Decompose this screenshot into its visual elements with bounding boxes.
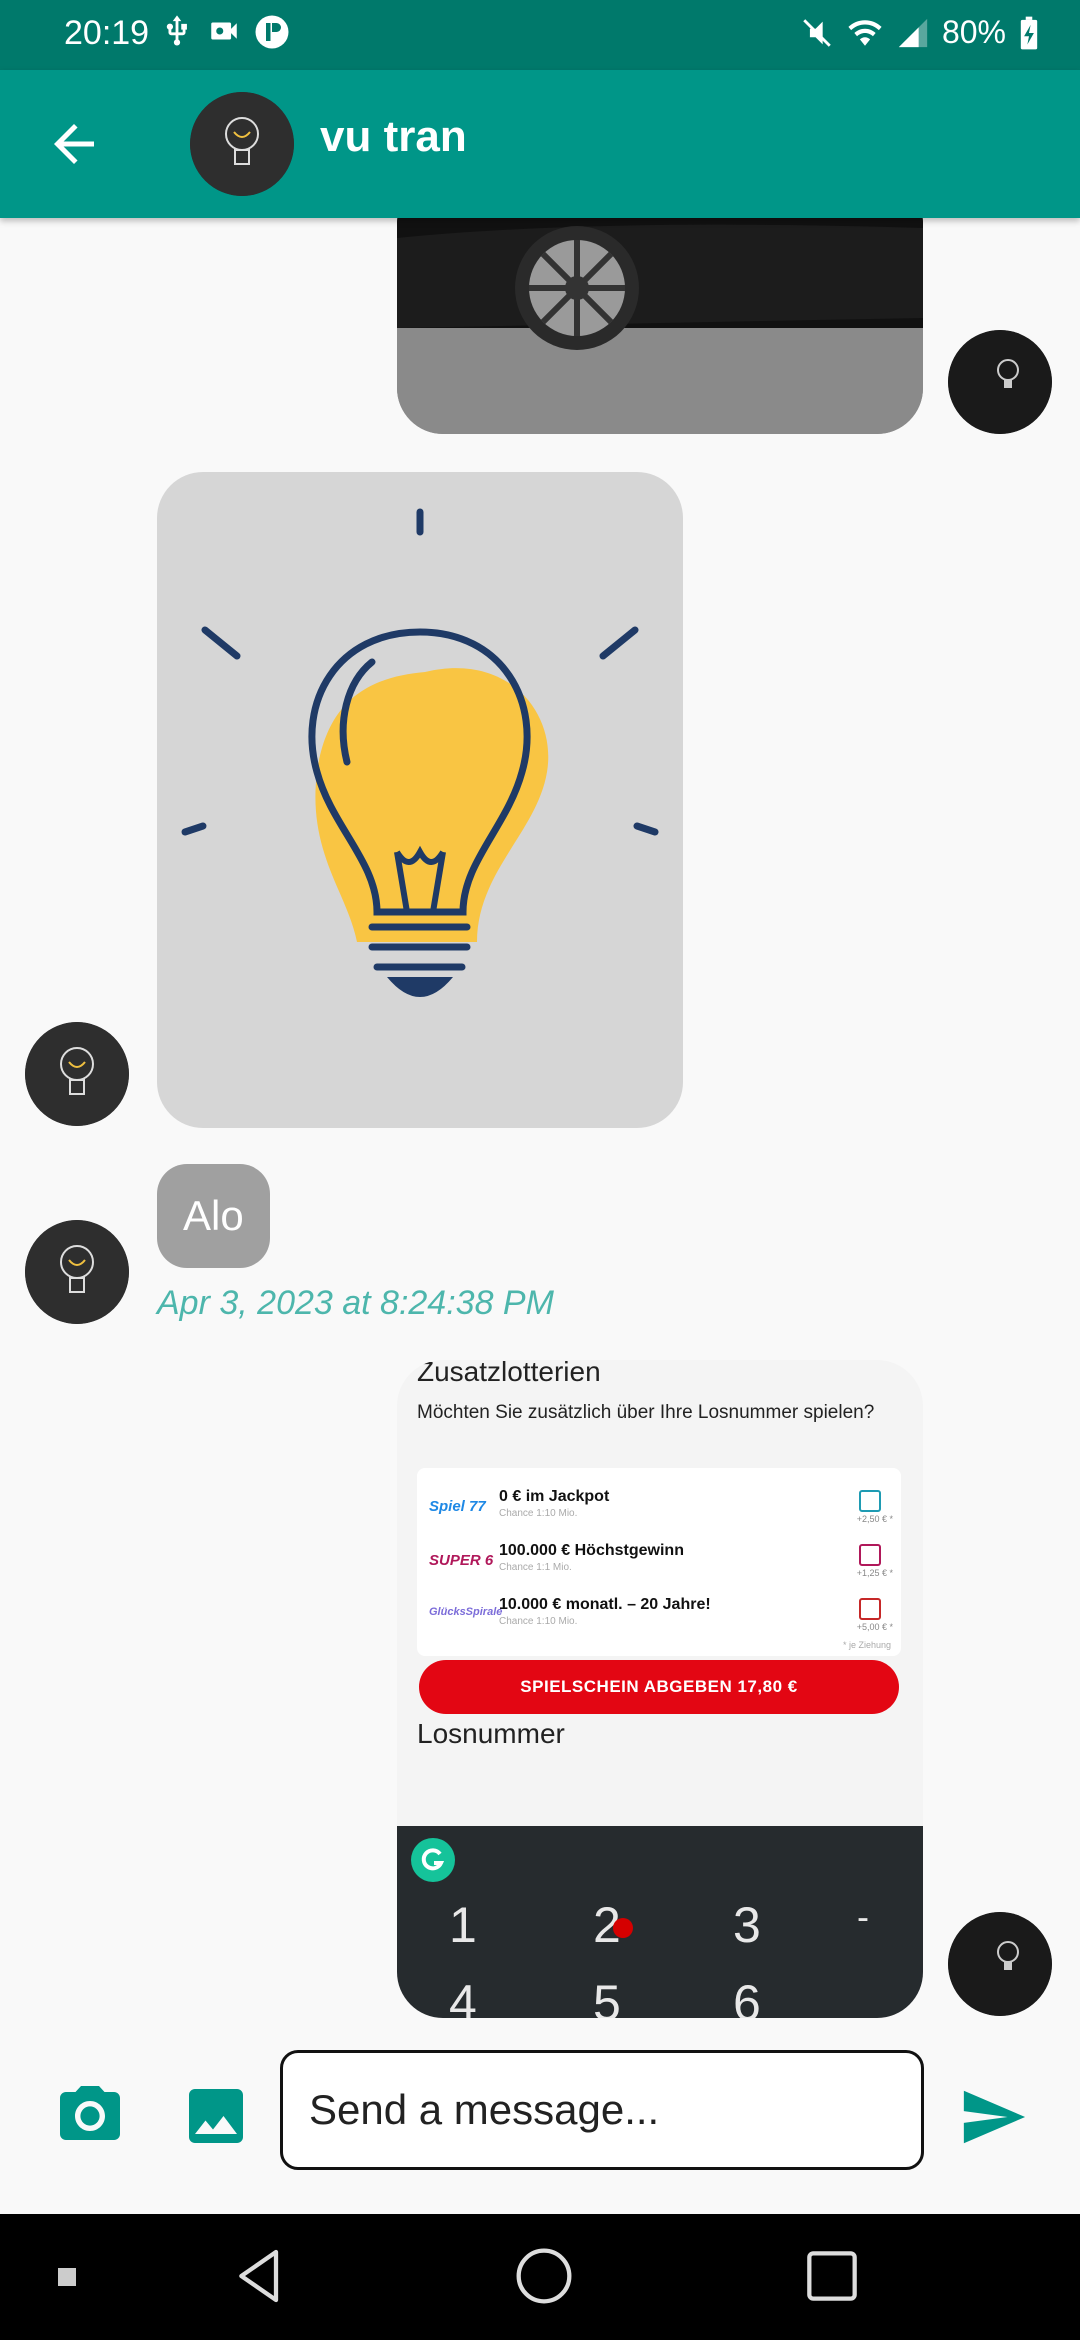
- video-icon: [211, 22, 237, 40]
- lightbulb-photo-icon: [25, 1220, 129, 1324]
- status-time: 20:19: [64, 14, 150, 52]
- lottery-text: 100.000 € Höchstgewinn: [499, 1542, 684, 1559]
- lottery-row: SUPER 6 100.000 € Höchstgewinn Chance 1:…: [417, 1542, 901, 1594]
- gallery-icon[interactable]: [180, 2080, 252, 2152]
- lottery-chance: Chance 1:10 Mio.: [499, 1616, 578, 1627]
- contact-name: vu tran: [320, 112, 467, 161]
- lottery-row: GlücksSpirale 10.000 € monatl. – 20 Jahr…: [417, 1596, 901, 1648]
- message-input[interactable]: [280, 2050, 924, 2170]
- lightbulb-icon: [181, 508, 659, 997]
- lottery-price: +2,50 € *: [856, 1514, 893, 1524]
- lightbulb-photo-icon: [948, 330, 1052, 434]
- nav-dot-icon: [58, 2268, 76, 2286]
- sent-image-screenshot[interactable]: Zusatzlotterien Möchten Sie zusätzlich ü…: [397, 1360, 923, 2018]
- battery-charging-icon: [1020, 16, 1038, 49]
- screenshot-question: Möchten Sie zusätzlich über Ihre Losnumm…: [417, 1402, 875, 1423]
- message-bubble[interactable]: Alo: [157, 1164, 270, 1268]
- lottery-price: +5,00 € *: [856, 1622, 893, 1632]
- status-icons-left: [160, 14, 290, 50]
- lottery-chance: Chance 1:10 Mio.: [499, 1508, 578, 1519]
- received-image-lightbulb[interactable]: [157, 472, 683, 1128]
- lottery-checkbox: [859, 1490, 881, 1512]
- screenshot-keypad: 1 2 3 - 4 5 6: [397, 1826, 923, 2018]
- keypad-key: -: [857, 1896, 869, 1937]
- screenshot-section: Losnummer: [417, 1718, 565, 1749]
- message-composer: [0, 2018, 1080, 2214]
- usb-icon: [166, 15, 187, 46]
- app-notification-icon: [255, 15, 289, 49]
- lottery-logo: GlücksSpirale: [429, 1606, 503, 1618]
- my-avatar[interactable]: [948, 1912, 1052, 2016]
- status-icons-right: 80%: [800, 14, 1040, 51]
- lottery-chance: Chance 1:1 Mio.: [499, 1562, 572, 1573]
- contact-avatar-small[interactable]: [25, 1022, 129, 1126]
- lightbulb-photo-icon: [190, 92, 294, 196]
- sent-image-car[interactable]: [397, 218, 923, 434]
- back-arrow-icon[interactable]: [44, 114, 104, 174]
- screenshot-heading: Zusatzlotterien: [417, 1360, 601, 1387]
- submit-ticket-button: SPIELSCHEIN ABGEBEN 17,80 €: [419, 1660, 899, 1714]
- nav-back-icon[interactable]: [228, 2244, 292, 2308]
- nav-recents-icon[interactable]: [800, 2244, 864, 2308]
- lightbulb-photo-icon: [948, 1912, 1052, 2016]
- my-avatar[interactable]: [948, 330, 1052, 434]
- camera-icon[interactable]: [54, 2080, 126, 2152]
- status-bar: 20:19 80%: [0, 0, 1080, 70]
- lottery-logo: SUPER 6: [429, 1552, 494, 1569]
- touch-indicator: [613, 1918, 633, 1938]
- keypad-key: 1: [449, 1897, 477, 1953]
- keypad-key: 3: [733, 1897, 761, 1953]
- lightbulb-photo-icon: [25, 1022, 129, 1126]
- contact-avatar-small[interactable]: [25, 1220, 129, 1324]
- lottery-note: * je Ziehung: [842, 1640, 891, 1650]
- keypad-key: 4: [449, 1975, 477, 2018]
- lottery-options-box: Spiel 77 0 € im Jackpot Chance 1:10 Mio.…: [417, 1468, 901, 1656]
- navigation-bar: [0, 2214, 1080, 2340]
- keypad-key: 6: [733, 1975, 761, 2018]
- lottery-row: Spiel 77 0 € im Jackpot Chance 1:10 Mio.…: [417, 1488, 901, 1540]
- car-photo: [397, 218, 923, 434]
- chat-area[interactable]: Alo Apr 3, 2023 at 8:24:38 PM Zusatzlott…: [0, 218, 1080, 2018]
- nav-home-icon[interactable]: [512, 2244, 576, 2308]
- signal-icon: [898, 18, 928, 47]
- lottery-checkbox: [859, 1544, 881, 1566]
- app-bar: vu tran: [0, 70, 1080, 218]
- battery-percent: 80%: [941, 14, 1006, 50]
- keypad-key: 5: [593, 1975, 621, 2018]
- lottery-price: +1,25 € *: [856, 1568, 893, 1578]
- lottery-text: 10.000 € monatl. – 20 Jahre!: [499, 1596, 711, 1613]
- message-timestamp: Apr 3, 2023 at 8:24:38 PM: [157, 1284, 554, 1322]
- grammarly-icon: [411, 1838, 455, 1882]
- mute-icon: [803, 18, 831, 47]
- lottery-text: 0 € im Jackpot: [499, 1488, 610, 1505]
- send-icon[interactable]: [958, 2082, 1028, 2152]
- lottery-checkbox: [859, 1598, 881, 1620]
- lottery-logo: Spiel 77: [429, 1498, 486, 1515]
- wifi-icon: [848, 19, 882, 46]
- contact-avatar[interactable]: [190, 92, 294, 196]
